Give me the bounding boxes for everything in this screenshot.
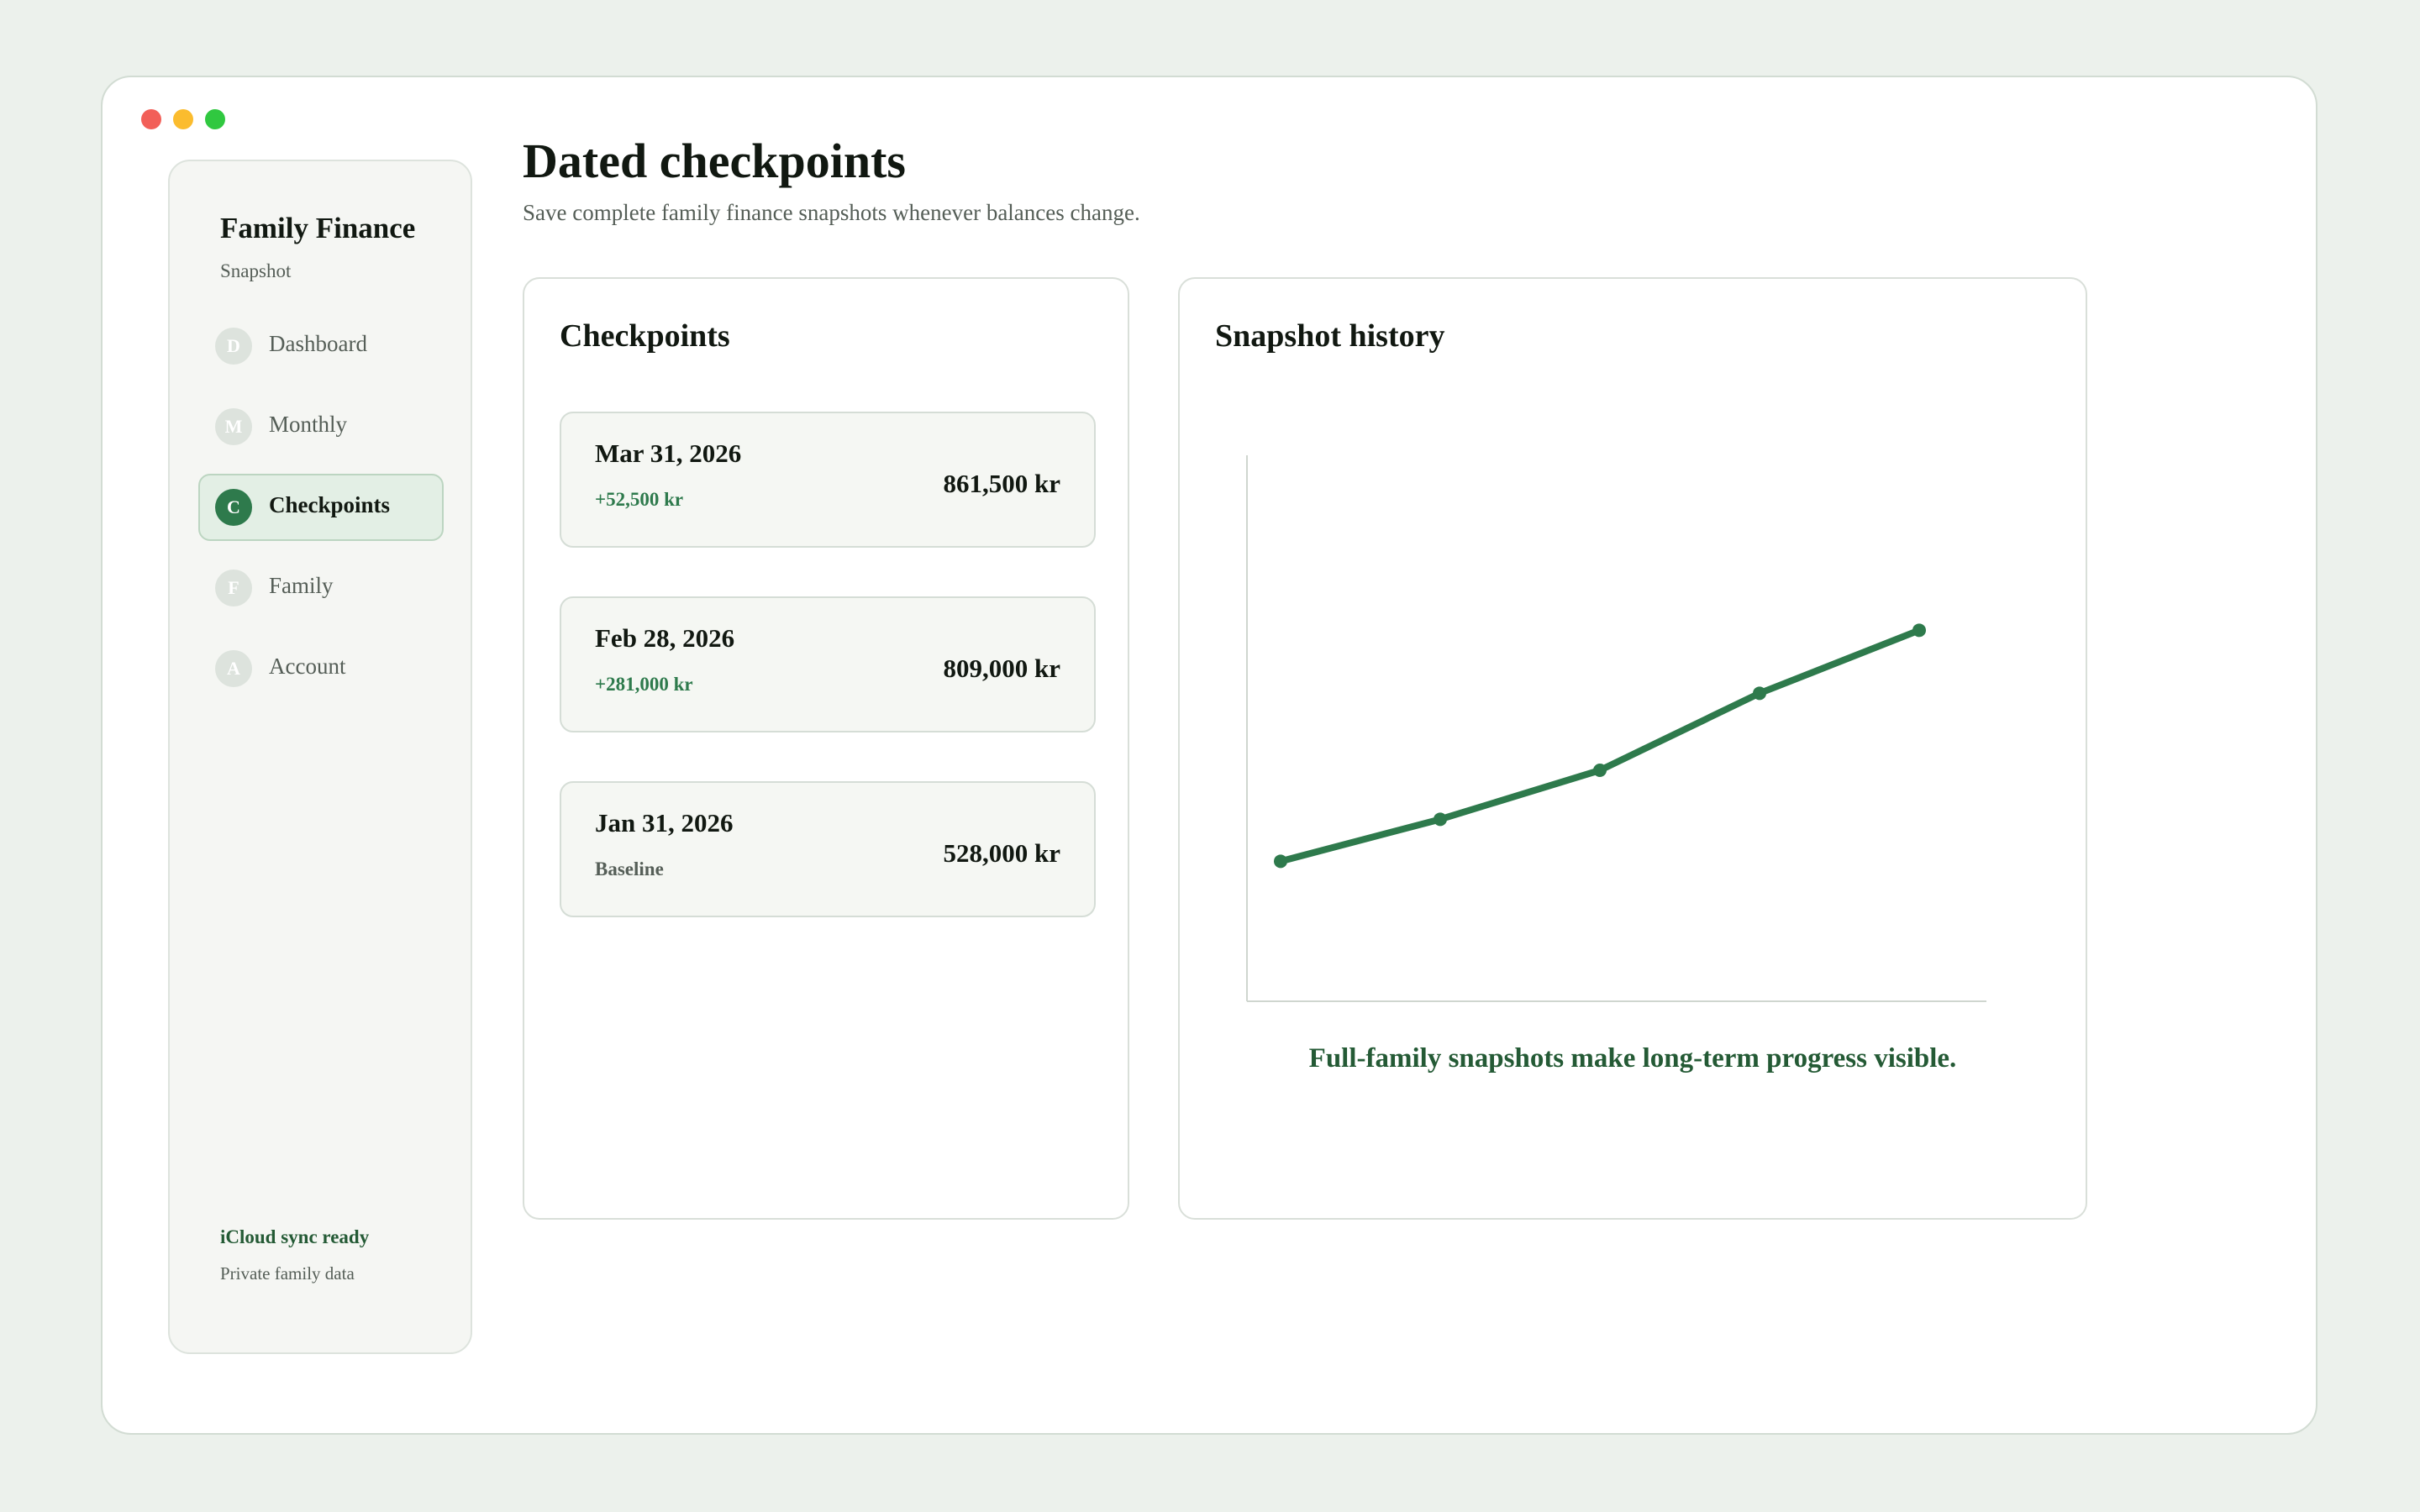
sidebar-item-account[interactable]: A Account bbox=[198, 635, 444, 702]
sidebar-item-dashboard[interactable]: D Dashboard bbox=[198, 312, 444, 380]
checkpoints-panel: Checkpoints Mar 31, 2026 +52,500 kr 861,… bbox=[523, 277, 1129, 1220]
sidebar-item-label: Monthly bbox=[269, 412, 348, 437]
minimize-window-button[interactable] bbox=[173, 109, 193, 129]
privacy-note: Private family data bbox=[220, 1263, 355, 1284]
monthly-letter-icon: M bbox=[215, 408, 252, 445]
sidebar-item-family[interactable]: F Family bbox=[198, 554, 444, 622]
checkpoint-delta: Baseline bbox=[595, 858, 664, 879]
data-point[interactable] bbox=[1434, 812, 1447, 827]
checkpoint-date: Feb 28, 2026 bbox=[595, 623, 735, 653]
zoom-window-button[interactable] bbox=[205, 109, 225, 129]
checkpoints-letter-icon: C bbox=[215, 489, 252, 526]
account-letter-icon: A bbox=[215, 650, 252, 687]
checkpoint-delta: +281,000 kr bbox=[595, 674, 693, 695]
checkpoint-card[interactable]: Feb 28, 2026 +281,000 kr 809,000 kr bbox=[560, 596, 1096, 732]
sidebar-item-label: Account bbox=[269, 654, 346, 679]
app-window: Family Finance Snapshot D Dashboard M Mo… bbox=[101, 76, 2317, 1435]
family-letter-icon: F bbox=[215, 570, 252, 606]
chart-caption: Full-family snapshots make long-term pro… bbox=[1308, 1043, 1957, 1074]
snapshot-history-panel: Snapshot history Full-family snapshots m… bbox=[1178, 277, 2087, 1220]
app-subtitle: Snapshot bbox=[220, 260, 292, 281]
checkpoint-amount: 528,000 kr bbox=[943, 838, 1061, 868]
data-point[interactable] bbox=[1593, 764, 1607, 777]
page-subtitle: Save complete family finance snapshots w… bbox=[523, 200, 1140, 225]
checkpoint-amount: 809,000 kr bbox=[943, 654, 1061, 683]
close-window-button[interactable] bbox=[141, 109, 161, 129]
dashboard-letter-icon: D bbox=[215, 328, 252, 365]
sidebar-item-label: Checkpoints bbox=[269, 492, 391, 517]
data-point[interactable] bbox=[1274, 854, 1287, 869]
series-line bbox=[1277, 627, 1923, 865]
sync-status: iCloud sync ready bbox=[220, 1226, 370, 1247]
snapshot-history-chart bbox=[1246, 455, 1986, 1002]
checkpoint-date: Mar 31, 2026 bbox=[595, 438, 742, 468]
sidebar-item-label: Dashboard bbox=[269, 331, 367, 356]
checkpoint-date: Jan 31, 2026 bbox=[595, 808, 734, 837]
data-point[interactable] bbox=[1912, 623, 1926, 638]
sidebar-item-label: Family bbox=[269, 573, 334, 598]
sidebar-item-checkpoints[interactable]: C Checkpoints bbox=[198, 474, 444, 541]
page-title: Dated checkpoints bbox=[523, 134, 906, 188]
checkpoint-amount: 861,500 kr bbox=[943, 469, 1061, 498]
checkpoint-card[interactable]: Jan 31, 2026 Baseline 528,000 kr bbox=[560, 781, 1096, 917]
app-title: Family Finance bbox=[220, 212, 416, 244]
checkpoint-delta: +52,500 kr bbox=[595, 489, 684, 510]
data-point[interactable] bbox=[1753, 686, 1766, 701]
checkpoints-panel-title: Checkpoints bbox=[560, 318, 730, 354]
sidebar: Family Finance Snapshot D Dashboard M Mo… bbox=[168, 160, 472, 1354]
checkpoint-card[interactable]: Mar 31, 2026 +52,500 kr 861,500 kr bbox=[560, 412, 1096, 548]
sidebar-item-monthly[interactable]: M Monthly bbox=[198, 393, 444, 460]
